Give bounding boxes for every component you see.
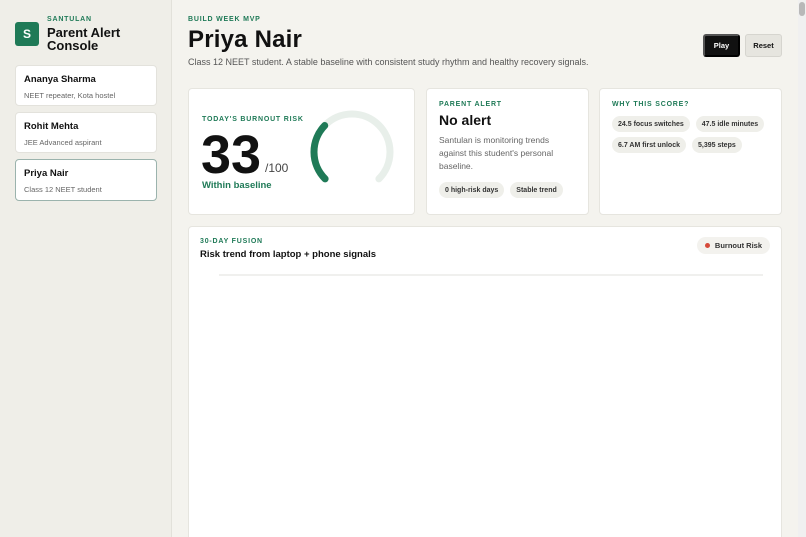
risk-status: Within baseline — [202, 180, 272, 191]
play-button[interactable]: Play — [703, 34, 740, 57]
gauge-fill — [310, 122, 329, 183]
page-subtitle: Class 12 NEET student. A stable baseline… — [188, 57, 589, 67]
chart-area — [219, 274, 763, 276]
why-chips: 24.5 focus switches 47.5 idle minutes 6.… — [612, 116, 777, 153]
student-item-priya[interactable]: Priya Nair Class 12 NEET student — [15, 159, 157, 201]
student-sub: NEET repeater, Kota hostel — [24, 91, 116, 100]
alert-description: Santulan is monitoring trends against th… — [439, 135, 554, 171]
student-name: Ananya Sharma — [24, 74, 96, 85]
student-sub: Class 12 NEET student — [24, 185, 102, 194]
sidebar: S SANTULAN Parent Alert Console Ananya S… — [0, 0, 172, 537]
risk-trend-card: 30-DAY FUSION Risk trend from laptop + p… — [188, 226, 782, 537]
header-eyebrow: BUILD WEEK MVP — [188, 16, 261, 23]
parent-alert-card: PARENT ALERT No alert Santulan is monito… — [426, 88, 589, 215]
brand-eyebrow: SANTULAN — [47, 16, 92, 23]
brand-title: Parent Alert Console — [47, 25, 121, 53]
page-title: Priya Nair — [188, 26, 303, 53]
steps-chip: 5,395 steps — [691, 137, 742, 153]
student-list: Ananya Sharma NEET repeater, Kota hostel… — [15, 65, 157, 207]
risk-eyebrow: TODAY'S BURNOUT RISK — [202, 116, 304, 123]
high-risk-days-chip: 0 high-risk days — [439, 182, 505, 198]
alert-chips: 0 high-risk days Stable trend — [439, 182, 563, 198]
reset-button[interactable]: Reset — [745, 34, 782, 57]
risk-max: /100 — [265, 161, 289, 175]
scrollbar-thumb[interactable] — [799, 2, 805, 16]
risk-gauge — [310, 110, 394, 183]
student-name: Rohit Mehta — [24, 121, 79, 132]
alert-eyebrow: PARENT ALERT — [439, 101, 502, 108]
burnout-risk-card: TODAY'S BURNOUT RISK 33 /100 Within base… — [188, 88, 415, 215]
student-item-ananya[interactable]: Ananya Sharma NEET repeater, Kota hostel — [15, 65, 157, 106]
brand-logo: S — [15, 22, 39, 46]
why-score-card: WHY THIS SCORE? 24.5 focus switches 47.5… — [599, 88, 782, 215]
scrollbar[interactable] — [798, 0, 806, 537]
idle-minutes-chip: 47.5 idle minutes — [695, 116, 765, 132]
student-sub: JEE Advanced aspirant — [24, 138, 102, 147]
student-name: Priya Nair — [24, 168, 69, 179]
risk-score: 33 — [201, 125, 262, 185]
focus-switches-chip: 24.5 focus switches — [612, 116, 690, 132]
student-item-rohit[interactable]: Rohit Mehta JEE Advanced aspirant — [15, 112, 157, 153]
first-unlock-chip: 6.7 AM first unlock — [612, 137, 686, 153]
why-eyebrow: WHY THIS SCORE? — [612, 101, 690, 108]
brand: S SANTULAN Parent Alert Console — [15, 16, 137, 52]
alert-title: No alert — [439, 112, 492, 128]
trend-chip: Stable trend — [510, 182, 563, 198]
page-header: BUILD WEEK MVP Priya Nair Class 12 NEET … — [188, 16, 589, 67]
